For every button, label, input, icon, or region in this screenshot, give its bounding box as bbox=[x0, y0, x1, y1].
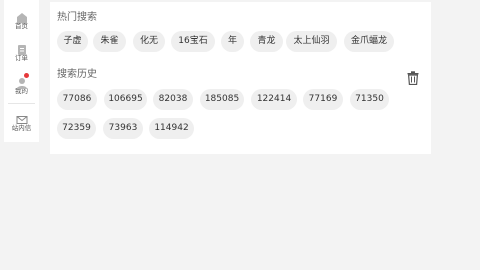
history-chip[interactable]: 106695 bbox=[104, 89, 147, 110]
nav-item-home[interactable]: 首页 bbox=[4, 9, 39, 30]
notification-badge bbox=[23, 73, 29, 78]
nav-item-orders[interactable]: 订单 bbox=[4, 41, 39, 62]
history-chip[interactable]: 73963 bbox=[103, 118, 143, 139]
nav-item-messages[interactable]: 站内信 bbox=[4, 111, 39, 132]
hot-search-chip[interactable]: 化无 bbox=[133, 31, 165, 52]
hot-search-chip[interactable]: 金爪蝠龙 bbox=[344, 31, 394, 52]
history-chip[interactable]: 82038 bbox=[153, 89, 193, 110]
history-chip[interactable]: 185085 bbox=[200, 89, 244, 110]
hot-search-chip[interactable]: 太上仙羽 bbox=[286, 31, 337, 52]
history-chip[interactable]: 72359 bbox=[57, 118, 96, 139]
trash-icon[interactable] bbox=[407, 70, 419, 86]
hot-search-chip[interactable]: 朱雀 bbox=[93, 31, 126, 52]
search-history-title: 搜索历史 bbox=[57, 69, 97, 80]
hot-search-title: 热门搜索 bbox=[57, 12, 97, 23]
sidebar-divider bbox=[8, 103, 35, 104]
user-icon bbox=[16, 73, 29, 89]
search-panel: 热门搜索 子虚 朱雀 化无 16宝石 年 青龙 太上仙羽 金爪蝠龙 搜索历史 7… bbox=[50, 2, 431, 154]
history-chip[interactable]: 122414 bbox=[251, 89, 297, 110]
hot-search-chip[interactable]: 子虚 bbox=[57, 31, 88, 52]
sidebar: 首页 订单 我的 站内信 bbox=[4, 0, 39, 142]
history-chip[interactable]: 77169 bbox=[303, 89, 343, 110]
nav-item-mine[interactable]: 我的 bbox=[4, 73, 39, 95]
home-icon bbox=[16, 9, 28, 23]
history-chip[interactable]: 114942 bbox=[149, 118, 194, 139]
history-chip[interactable]: 71350 bbox=[350, 89, 389, 110]
hot-search-chip[interactable]: 年 bbox=[221, 31, 244, 52]
hot-search-chip[interactable]: 青龙 bbox=[250, 31, 283, 52]
mail-icon bbox=[16, 111, 28, 124]
hot-search-chip[interactable]: 16宝石 bbox=[171, 31, 215, 52]
order-icon bbox=[16, 41, 28, 55]
history-chip[interactable]: 77086 bbox=[57, 89, 97, 110]
